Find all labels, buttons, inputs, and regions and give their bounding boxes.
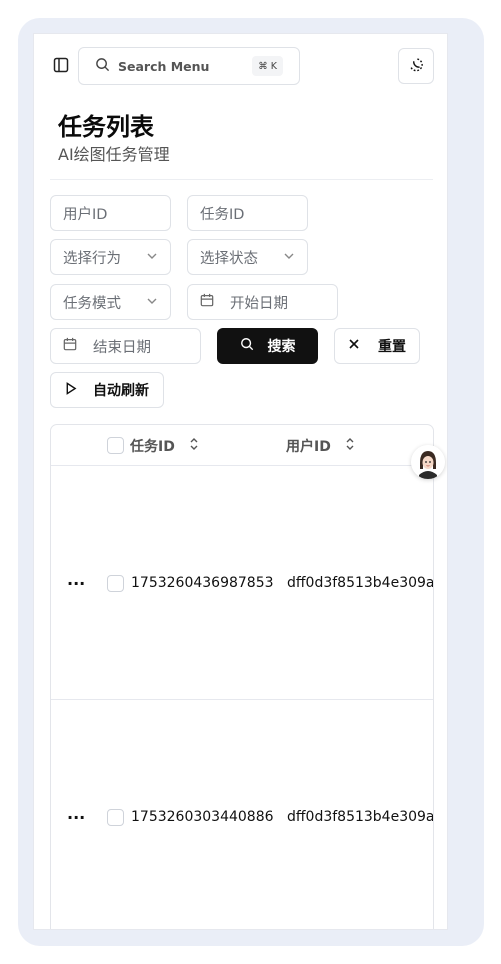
search-button[interactable]: 搜索 (217, 328, 318, 364)
user-id-cell: dff0d3f8513b4e309a7 (287, 809, 434, 825)
task-id-input[interactable]: 任务ID (187, 195, 308, 231)
sidebar-toggle-icon[interactable] (50, 54, 72, 76)
auto-refresh-button[interactable]: 自动刷新 (50, 372, 164, 408)
task-table: 任务ID 用户ID ··· 1753260436987853 dff0d3f85… (50, 424, 434, 929)
reset-button-label: 重置 (378, 339, 406, 355)
table-row: ··· 1753260303440886 dff0d3f8513b4e309a7 (51, 700, 434, 929)
row-checkbox[interactable] (107, 809, 124, 826)
search-button-label: 搜索 (267, 339, 296, 355)
mode-select[interactable]: 任务模式 (50, 284, 171, 320)
task-id-cell: 1753260436987853 (131, 575, 274, 591)
page-title: 任务列表 (58, 113, 154, 141)
status-select[interactable]: 选择状态 (187, 239, 308, 275)
mode-select-value: 任务模式 (63, 295, 121, 312)
sort-icon[interactable] (345, 437, 355, 455)
calendar-icon (200, 293, 214, 311)
search-menu-label: Search Menu (118, 58, 210, 74)
end-date-placeholder: 结束日期 (93, 339, 151, 356)
calendar-icon (63, 337, 77, 355)
column-header-task-id[interactable]: 任务ID (130, 436, 199, 456)
search-icon (95, 57, 110, 76)
column-header-label: 任务ID (130, 439, 175, 455)
start-date-placeholder: 开始日期 (230, 295, 288, 312)
app-screen: Search Menu ⌘ K 任务列表 AI绘图任务管理 用户ID 任务ID … (33, 33, 448, 930)
column-header-user-id[interactable]: 用户ID (286, 436, 355, 456)
action-select[interactable]: 选择行为 (50, 239, 171, 275)
column-header-label: 用户ID (286, 439, 331, 455)
user-id-placeholder: 用户ID (63, 206, 108, 223)
sort-icon[interactable] (189, 437, 199, 455)
table-header: 任务ID 用户ID (51, 425, 433, 466)
chevron-down-icon (283, 250, 295, 266)
moon-icon (407, 55, 425, 77)
table-row: ··· 1753260436987853 dff0d3f8513b4e309a7 (51, 466, 433, 700)
assistant-avatar[interactable] (411, 445, 445, 479)
chevron-down-icon (146, 250, 158, 266)
theme-toggle-button[interactable] (398, 48, 434, 84)
page-subtitle: AI绘图任务管理 (58, 145, 170, 164)
divider (50, 179, 433, 180)
end-date-picker[interactable]: 结束日期 (50, 328, 201, 364)
row-checkbox[interactable] (107, 575, 124, 592)
user-id-cell: dff0d3f8513b4e309a7 (287, 575, 434, 591)
user-id-input[interactable]: 用户ID (50, 195, 171, 231)
chevron-down-icon (146, 295, 158, 311)
close-icon (348, 338, 360, 354)
play-icon (65, 381, 77, 399)
search-icon (240, 337, 254, 355)
auto-refresh-label: 自动刷新 (93, 383, 149, 399)
shortcut-badge: ⌘ K (252, 56, 283, 76)
select-all-checkbox[interactable] (107, 437, 124, 454)
row-actions-button[interactable]: ··· (67, 808, 85, 827)
search-menu-button[interactable]: Search Menu ⌘ K (78, 47, 300, 85)
row-actions-button[interactable]: ··· (67, 574, 85, 593)
task-id-cell: 1753260303440886 (131, 809, 274, 825)
task-id-placeholder: 任务ID (200, 206, 245, 223)
start-date-picker[interactable]: 开始日期 (187, 284, 338, 320)
action-select-value: 选择行为 (63, 250, 121, 267)
status-select-value: 选择状态 (200, 250, 258, 267)
reset-button[interactable]: 重置 (334, 328, 420, 364)
